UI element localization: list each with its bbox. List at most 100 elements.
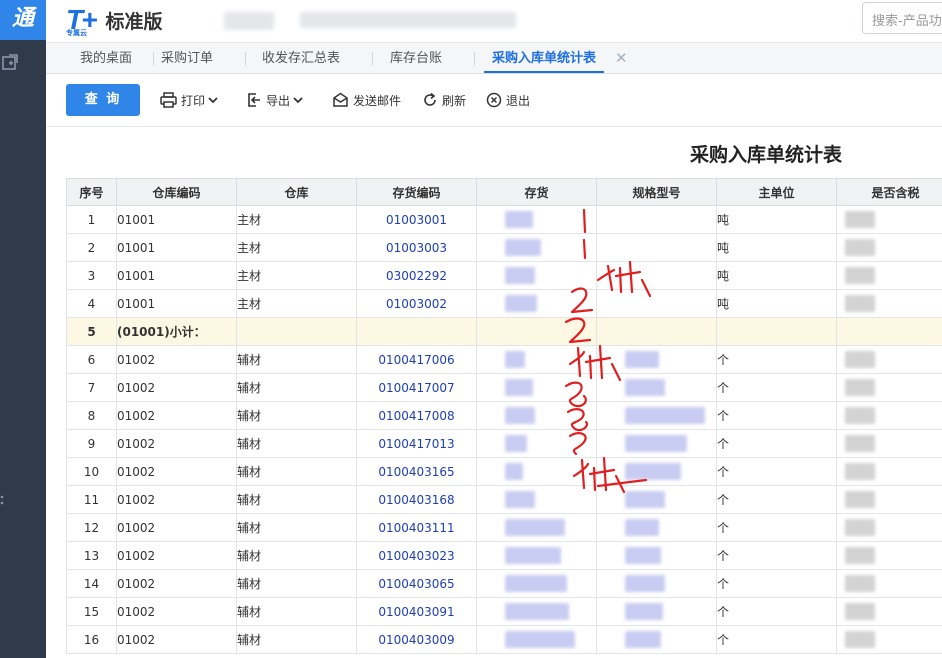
table-row[interactable]: 16 01002 辅材 0100403009 个 [66,625,942,654]
cell-empty[interactable] [596,317,717,346]
cell-warehouse-code[interactable]: 01002 [116,429,237,458]
cell-empty[interactable] [356,317,477,346]
cell-no[interactable]: 1 [66,205,117,234]
col-header-tax-included[interactable]: 是否含税 [836,178,942,206]
cell-no[interactable]: 11 [66,485,117,514]
cell-tax-redacted[interactable] [836,513,942,542]
cell-warehouse[interactable]: 主材 [236,233,357,262]
cell-no[interactable]: 12 [66,513,117,542]
cell-unit[interactable]: 吨 [716,233,837,262]
cell-spec-redacted[interactable] [596,597,717,626]
cell-warehouse-code[interactable]: 01001 [116,289,237,318]
cell-item-code[interactable]: 0100403023 [356,541,477,570]
cell-warehouse[interactable]: 辅材 [236,457,357,486]
cell-unit[interactable]: 个 [716,373,837,402]
cell-empty[interactable] [716,317,837,346]
cell-tax-redacted[interactable] [836,401,942,430]
cell-item-code[interactable]: 03002292 [356,261,477,290]
cell-item-code[interactable]: 0100403065 [356,569,477,598]
cell-tax-redacted[interactable] [836,597,942,626]
query-button[interactable]: 查 询 [66,84,140,116]
cell-unit[interactable]: 个 [716,457,837,486]
cell-no[interactable]: 16 [66,625,117,654]
cell-item-code[interactable]: 0100403091 [356,597,477,626]
table-row[interactable]: 9 01002 辅材 0100417013 个 [66,429,942,458]
cell-item-code[interactable]: 0100417006 [356,345,477,374]
cell-spec-redacted[interactable] [596,625,717,654]
cell-warehouse-code[interactable]: 01002 [116,513,237,542]
cell-warehouse-code[interactable]: 01002 [116,457,237,486]
cell-tax-redacted[interactable] [836,569,942,598]
cell-item-redacted[interactable] [476,289,597,318]
cell-item-redacted[interactable] [476,457,597,486]
search-input[interactable]: 搜索-产品功 [862,2,942,34]
cell-warehouse[interactable]: 主材 [236,261,357,290]
exit-button[interactable]: 退出 [486,90,530,110]
col-header-item-code[interactable]: 存货编码 [356,178,477,206]
col-header-item[interactable]: 存货 [476,178,597,206]
cell-warehouse[interactable]: 主材 [236,205,357,234]
table-row[interactable]: 1 01001 主材 01003001 吨 [66,205,942,234]
cell-tax-redacted[interactable] [836,625,942,654]
cell-tax-redacted[interactable] [836,289,942,318]
cell-item-redacted[interactable] [476,345,597,374]
rail-handle-icon[interactable] [0,494,4,506]
cell-item-code[interactable]: 01003003 [356,233,477,262]
cell-spec-redacted[interactable] [596,541,717,570]
col-header-unit[interactable]: 主单位 [716,178,837,206]
cell-spec-redacted[interactable] [596,569,717,598]
cell-warehouse[interactable]: 辅材 [236,401,357,430]
cell-spec-redacted[interactable] [596,457,717,486]
col-header-warehouse[interactable]: 仓库 [236,178,357,206]
cell-warehouse[interactable]: 辅材 [236,569,357,598]
table-row[interactable]: 10 01002 辅材 0100403165 个 [66,457,942,486]
cell-spec-redacted[interactable] [596,261,717,290]
cell-warehouse-code[interactable]: 01002 [116,541,237,570]
cell-item-code[interactable]: 0100417007 [356,373,477,402]
cell-unit[interactable]: 个 [716,513,837,542]
cell-no[interactable]: 2 [66,233,117,262]
cell-item-redacted[interactable] [476,597,597,626]
cell-warehouse-code[interactable]: 01002 [116,345,237,374]
cell-tax-redacted[interactable] [836,205,942,234]
cell-spec-redacted[interactable] [596,485,717,514]
table-row[interactable]: 7 01002 辅材 0100417007 个 [66,373,942,402]
cell-unit[interactable]: 个 [716,569,837,598]
cell-item-redacted[interactable] [476,373,597,402]
cell-spec-redacted[interactable] [596,373,717,402]
cell-tax-redacted[interactable] [836,457,942,486]
cell-spec-redacted[interactable] [596,233,717,262]
table-row[interactable]: 3 01001 主材 03002292 吨 [66,261,942,290]
table-row[interactable]: 8 01002 辅材 0100417008 个 [66,401,942,430]
cell-spec-redacted[interactable] [596,345,717,374]
cell-warehouse-code[interactable]: 01002 [116,401,237,430]
cell-no[interactable]: 7 [66,373,117,402]
cell-unit[interactable]: 个 [716,401,837,430]
cell-no[interactable]: 4 [66,289,117,318]
table-row[interactable]: 2 01001 主材 01003003 吨 [66,233,942,262]
table-row[interactable]: 6 01002 辅材 0100417006 个 [66,345,942,374]
cell-warehouse-code[interactable]: 01002 [116,569,237,598]
cell-warehouse[interactable]: 辅材 [236,429,357,458]
cell-tax-redacted[interactable] [836,261,942,290]
cell-warehouse-code[interactable]: 01002 [116,625,237,654]
cell-warehouse[interactable]: 辅材 [236,373,357,402]
cell-item-redacted[interactable] [476,625,597,654]
tab-purchase-receipt-report[interactable]: 采购入库单统计表 [484,43,605,73]
cell-item-redacted[interactable] [476,569,597,598]
cell-warehouse[interactable]: 主材 [236,289,357,318]
cell-spec-redacted[interactable] [596,205,717,234]
cell-unit[interactable]: 个 [716,485,837,514]
cell-item-code[interactable]: 0100417008 [356,401,477,430]
table-row[interactable]: 13 01002 辅材 0100403023 个 [66,541,942,570]
cell-no[interactable]: 13 [66,541,117,570]
cell-unit[interactable]: 吨 [716,261,837,290]
cell-item-code[interactable]: 0100403168 [356,485,477,514]
cell-tax-redacted[interactable] [836,541,942,570]
cell-unit[interactable]: 个 [716,345,837,374]
send-email-button[interactable]: 发送邮件 [332,90,401,110]
cell-no[interactable]: 14 [66,569,117,598]
cell-no[interactable]: 6 [66,345,117,374]
cell-no[interactable]: 15 [66,597,117,626]
cell-warehouse-code[interactable]: 01002 [116,597,237,626]
